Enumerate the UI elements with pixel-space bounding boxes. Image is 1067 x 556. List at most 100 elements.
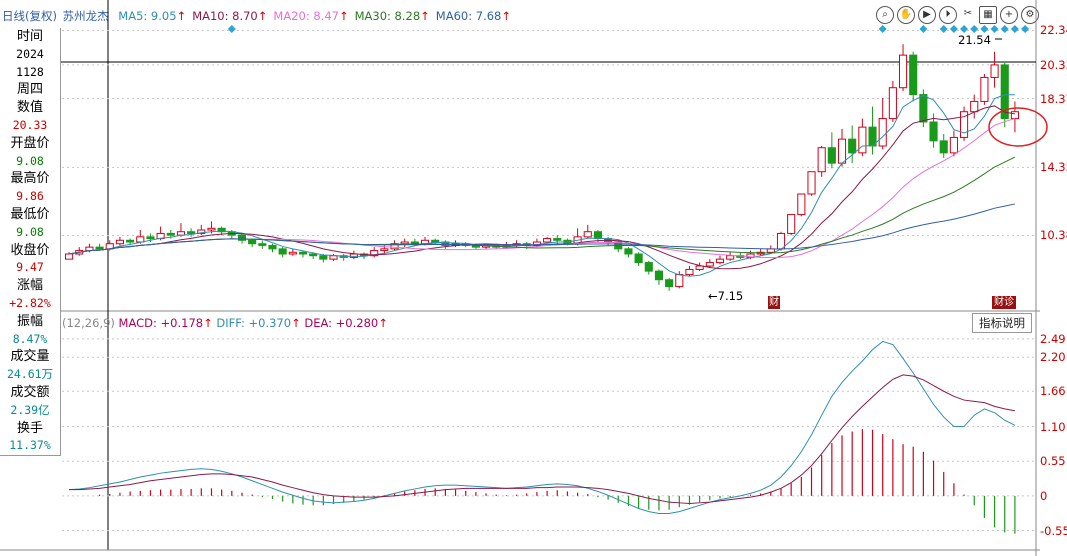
candle-body	[787, 214, 796, 234]
macd-axis-tick: 1.66	[1040, 384, 1066, 399]
candle-body	[644, 262, 653, 272]
info-label: 成交量	[10, 349, 50, 365]
candle-body	[878, 118, 887, 147]
candle-body	[248, 239, 257, 245]
candle-body	[237, 234, 247, 241]
candle-body	[553, 238, 562, 241]
candle-body	[329, 255, 338, 260]
info-label: 数值	[16, 100, 43, 116]
candle-body	[898, 54, 908, 89]
kline-chart[interactable]	[0, 0, 1067, 556]
macd-params: (12,26,9)	[62, 316, 115, 330]
financial-report-badge[interactable]: 财	[768, 296, 780, 309]
signal-diamond	[939, 25, 948, 33]
price-axis-tick: 18.37	[1040, 91, 1067, 106]
candle-body	[207, 227, 216, 231]
candle-body	[136, 236, 145, 243]
candle-body	[268, 244, 277, 250]
info-value: +2.82%	[9, 295, 51, 310]
info-label: 涨幅	[16, 278, 43, 294]
candle-body	[187, 231, 196, 234]
signal-diamond	[919, 25, 928, 33]
indicator-explain-button[interactable]: 指标说明	[972, 313, 1032, 333]
candle-body	[685, 268, 694, 276]
macd-axis-tick: 0	[1040, 488, 1048, 503]
candle-body	[654, 270, 664, 281]
candle-body	[319, 255, 328, 260]
macd-arrow: ↑	[203, 316, 213, 330]
candle-body	[726, 255, 735, 260]
signal-diamond	[1000, 25, 1009, 33]
candle-body	[715, 258, 725, 264]
info-label: 振幅	[16, 313, 43, 329]
candle-body	[634, 253, 643, 264]
macd-axis-tick: -0.55	[1040, 523, 1067, 538]
candle-body	[929, 121, 938, 142]
price-axis-tick: 20.33	[1040, 57, 1067, 72]
info-value: 11.37%	[9, 438, 51, 453]
candle-body	[126, 239, 135, 243]
candle-body	[797, 193, 806, 216]
candle-body	[837, 138, 847, 164]
candle-body	[278, 248, 287, 255]
info-value: 2024	[16, 46, 44, 61]
candle-body	[990, 64, 999, 78]
candle-body	[543, 238, 552, 243]
candle-body	[258, 243, 267, 246]
candle-body	[848, 138, 857, 154]
candle-body	[380, 248, 389, 252]
macd-axis-tick: 2.20	[1040, 350, 1066, 365]
macd-axis-tick: 1.10	[1040, 419, 1066, 434]
candle-body	[349, 253, 358, 258]
price-axis-tick: 22.34	[1040, 23, 1067, 38]
info-value: 9.47	[16, 260, 44, 275]
info-value: 9.08	[16, 153, 44, 168]
dea-value: DEA: +0.280	[304, 316, 379, 330]
info-label: 收盘价	[10, 242, 50, 258]
candle-body	[95, 246, 104, 250]
diff-arrow: ↑	[291, 316, 301, 330]
candle-body	[410, 241, 419, 245]
candle-body	[807, 171, 816, 195]
signal-diamond	[949, 25, 958, 33]
diff-value: DIFF: +0.370	[216, 316, 292, 330]
candle-body	[888, 87, 897, 120]
signal-diamond	[227, 25, 236, 33]
candle-body	[309, 253, 318, 257]
ma5-line	[69, 94, 1015, 277]
signal-diamond	[1010, 25, 1019, 33]
candle-body	[817, 147, 826, 173]
candle-body	[624, 248, 633, 255]
info-label: 时间	[16, 29, 43, 44]
high-price-label: 21.54	[958, 33, 991, 47]
info-value: 8.47%	[12, 331, 48, 346]
candle-body	[675, 274, 684, 288]
candle-body	[705, 262, 714, 267]
candle-body	[146, 236, 155, 240]
info-value: 9.86	[16, 189, 44, 204]
info-value: 9.08	[16, 224, 44, 239]
candle-body	[695, 265, 704, 270]
info-value: 24.61万	[6, 367, 54, 382]
signal-diamond	[1021, 25, 1030, 33]
candle-body	[288, 251, 297, 255]
candle-body	[939, 140, 948, 154]
candle-body	[858, 126, 867, 154]
info-label: 周四	[16, 82, 43, 98]
info-label: 开盘价	[10, 135, 50, 151]
candle-body	[1010, 111, 1019, 120]
candle-body	[665, 279, 674, 288]
candle-body	[827, 147, 836, 164]
candle-body	[115, 239, 124, 245]
diagnosis-badge[interactable]: 财诊	[992, 296, 1016, 309]
candle-body	[949, 136, 958, 154]
signal-diamond	[878, 25, 887, 33]
info-label: 最低价	[10, 206, 50, 222]
candle-body	[909, 54, 918, 96]
candle-body	[583, 231, 592, 238]
macd-value: MACD: +0.178	[118, 316, 204, 330]
candle-body	[166, 232, 175, 236]
dea-arrow: ↑	[378, 316, 388, 330]
candle-body	[593, 231, 602, 240]
info-value: 2.39亿	[10, 402, 50, 417]
